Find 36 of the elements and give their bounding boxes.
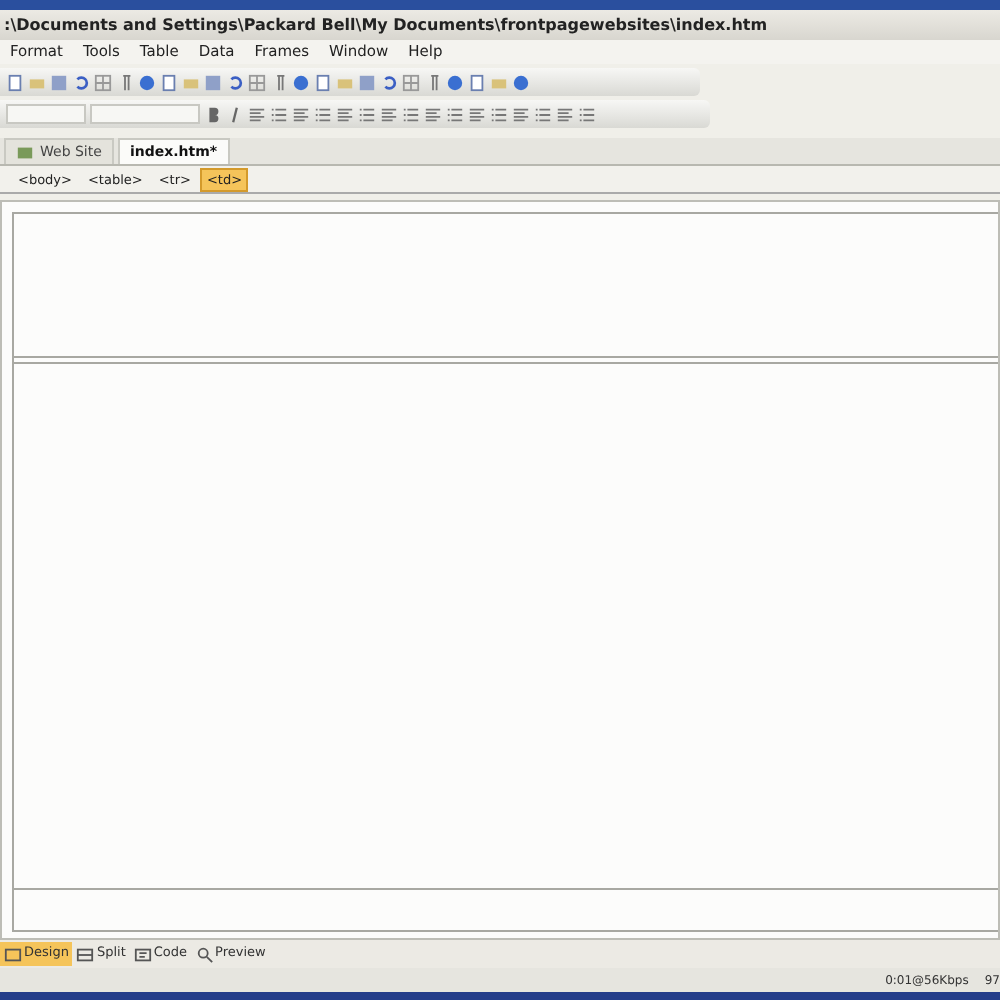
- font-name-field[interactable]: [90, 104, 200, 124]
- grid-icon[interactable]: [248, 73, 266, 91]
- align-icon[interactable]: [292, 105, 310, 123]
- list-icon[interactable]: [270, 105, 288, 123]
- page-icon[interactable]: [6, 73, 24, 91]
- page-icon: [4, 945, 22, 963]
- page-icon[interactable]: [468, 73, 486, 91]
- split-icon: [76, 945, 95, 963]
- align-icon[interactable]: [424, 105, 442, 123]
- code-icon: [133, 945, 152, 963]
- align-icon[interactable]: [380, 105, 398, 123]
- site-icon: [16, 143, 34, 161]
- font-style-field[interactable]: [6, 104, 86, 124]
- align-icon[interactable]: [336, 105, 354, 123]
- page-icon[interactable]: [160, 73, 178, 91]
- align-icon[interactable]: [512, 105, 530, 123]
- undo-icon[interactable]: [380, 73, 398, 91]
- list-icon[interactable]: [490, 105, 508, 123]
- undo-icon[interactable]: [72, 73, 90, 91]
- align-icon[interactable]: [556, 105, 574, 123]
- list-icon[interactable]: [314, 105, 332, 123]
- grid-icon[interactable]: [402, 73, 420, 91]
- italic-icon[interactable]: [226, 105, 244, 123]
- align-icon[interactable]: [468, 105, 486, 123]
- page-icon[interactable]: [314, 73, 332, 91]
- list-icon[interactable]: [578, 105, 596, 123]
- list-icon[interactable]: [446, 105, 464, 123]
- list-icon[interactable]: [358, 105, 376, 123]
- align-icon[interactable]: [248, 105, 266, 123]
- undo-icon[interactable]: [226, 73, 244, 91]
- window-title: :\Documents and Settings\Packard Bell\My Documents\frontpagewebsites\index.htm: [0, 10, 1000, 40]
- search-icon: [195, 945, 214, 963]
- list-icon[interactable]: [402, 105, 420, 123]
- grid-icon[interactable]: [94, 73, 112, 91]
- list-icon[interactable]: [534, 105, 552, 123]
- bold-icon[interactable]: [204, 105, 222, 123]
